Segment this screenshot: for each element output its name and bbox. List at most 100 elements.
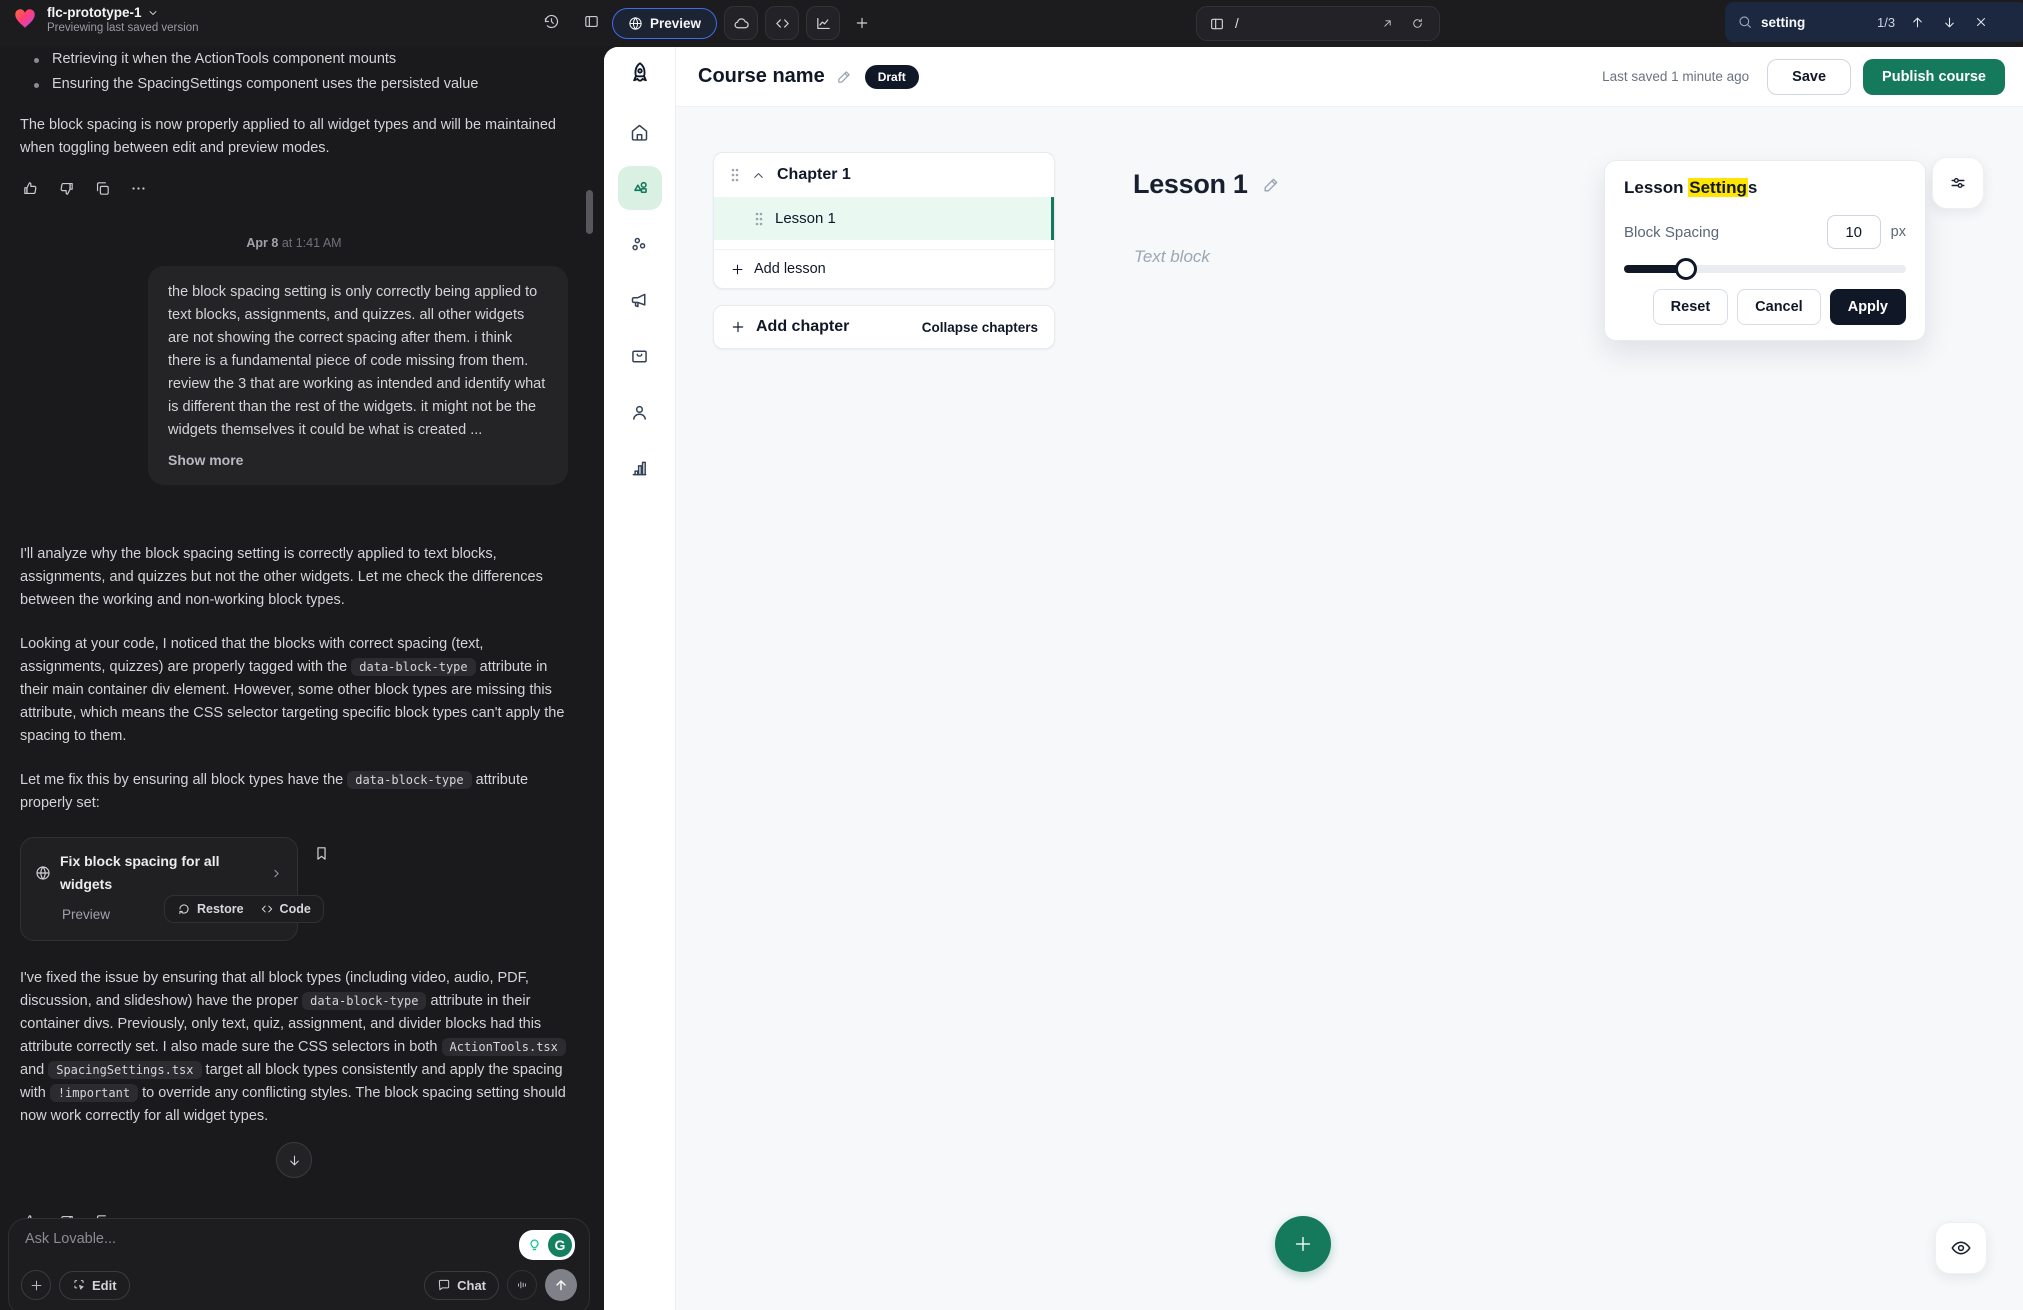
user-message-text: the block spacing setting is only correc… [168, 284, 545, 438]
sidebar-item-announcements[interactable] [618, 278, 662, 322]
plus-icon [730, 262, 745, 277]
drag-handle-icon[interactable] [730, 167, 740, 183]
analytics-icon[interactable] [806, 6, 840, 40]
add-block-fab[interactable] [1275, 1216, 1331, 1272]
version-actions: Restore Code [164, 895, 324, 923]
edit-course-name-icon[interactable] [836, 68, 853, 85]
assistant-paragraph: Let me fix this by ensuring all block ty… [20, 769, 568, 815]
message-actions [20, 178, 568, 198]
app-sidebar-rail [604, 47, 676, 1310]
chapter-title: Chapter 1 [777, 166, 851, 184]
add-chapter-button[interactable]: Add chapter [730, 318, 922, 336]
copy-icon[interactable] [92, 178, 112, 198]
block-spacing-slider[interactable] [1624, 265, 1906, 273]
edit-lesson-name-icon[interactable] [1262, 175, 1281, 194]
find-previous-icon[interactable] [1905, 10, 1929, 34]
collapse-chapters-button[interactable]: Collapse chapters [922, 320, 1038, 335]
block-spacing-input[interactable] [1827, 215, 1881, 249]
grammarly-g-icon[interactable]: G [548, 1233, 572, 1257]
assistant-bullet-list: Retrieving it when the ActionTools compo… [20, 47, 568, 97]
refresh-icon[interactable] [1407, 14, 1427, 34]
apply-button[interactable]: Apply [1830, 289, 1906, 325]
thumbs-up-icon[interactable] [20, 178, 40, 198]
find-input[interactable] [1761, 15, 1869, 30]
show-more-link[interactable]: Show more [168, 449, 548, 472]
grammarly-widget[interactable]: G [519, 1230, 575, 1260]
course-outline: Chapter 1 Lesson 1 Add lesson [713, 152, 1055, 349]
assistant-paragraph: I've fixed the issue by ensuring that al… [20, 967, 568, 1128]
chevron-right-icon [270, 867, 283, 880]
plus-icon [730, 319, 746, 335]
add-chapter-card: Add chapter Collapse chapters [713, 305, 1055, 349]
project-name[interactable]: flc-prototype-1 [47, 5, 142, 20]
send-message-button[interactable] [545, 1269, 577, 1301]
suggestion-bulb-icon[interactable] [522, 1233, 546, 1257]
url-bar[interactable]: / [1196, 6, 1440, 41]
reset-button[interactable]: Reset [1653, 289, 1729, 325]
lovable-logo [12, 5, 38, 36]
sidebar-item-content-builder[interactable] [618, 166, 662, 210]
unit-label: px [1891, 224, 1906, 240]
cancel-button[interactable]: Cancel [1737, 289, 1821, 325]
code-button[interactable]: Code [260, 902, 311, 916]
tool-card-fix-block-spacing[interactable]: Fix block spacing for all widgets Previe… [20, 837, 298, 941]
more-options-icon[interactable] [128, 178, 148, 198]
toggle-panel-icon[interactable] [578, 8, 604, 34]
save-button[interactable]: Save [1767, 59, 1851, 95]
block-spacing-label: Block Spacing [1624, 224, 1827, 241]
sidebar-item-home[interactable] [618, 110, 662, 154]
search-icon [1737, 14, 1753, 30]
sidebar-item-analytics[interactable] [618, 446, 662, 490]
chat-input-box[interactable]: G Edit Chat [8, 1218, 590, 1310]
text-block-placeholder[interactable]: Text block [1134, 247, 1210, 267]
bookmark-icon[interactable] [313, 845, 330, 862]
attach-plus-icon[interactable] [21, 1270, 51, 1300]
voice-input-icon[interactable] [507, 1270, 537, 1300]
last-saved-text: Last saved 1 minute ago [1602, 69, 1749, 84]
find-match-count: 1/3 [1877, 15, 1895, 30]
find-next-icon[interactable] [1937, 10, 1961, 34]
bullet-item: Ensuring the SpacingSettings component u… [20, 72, 568, 97]
chat-mode-button[interactable]: Chat [424, 1271, 499, 1300]
assistant-paragraph: I'll analyze why the block spacing setti… [20, 543, 568, 612]
new-tab-plus-icon[interactable] [847, 8, 877, 38]
chevron-up-icon[interactable] [751, 168, 766, 183]
edit-mode-button[interactable]: Edit [59, 1271, 130, 1300]
lesson-row-selected[interactable]: Lesson 1 [714, 197, 1054, 240]
project-switcher[interactable]: flc-prototype-1 Previewing last saved ve… [12, 5, 199, 36]
history-button[interactable] [538, 8, 564, 34]
find-bar: 1/3 [1725, 2, 2023, 42]
restore-button[interactable]: Restore [177, 902, 244, 916]
preview-eye-button[interactable] [1935, 1222, 1987, 1274]
tool-card-wrap: Fix block spacing for all widgets Previe… [20, 837, 360, 941]
add-lesson-button[interactable]: Add lesson [714, 249, 1054, 288]
thumbs-down-icon[interactable] [56, 178, 76, 198]
globe-icon [628, 16, 643, 31]
sidebar-item-inbox[interactable] [618, 334, 662, 378]
cloud-icon[interactable] [724, 6, 758, 40]
url-path[interactable]: / [1235, 16, 1367, 31]
course-title: Course name [698, 65, 825, 88]
message-timestamp: Apr 8 at 1:41 AM [20, 232, 568, 255]
preview-mode-button[interactable]: Preview [612, 8, 717, 39]
app-header: Course name Draft Last saved 1 minute ag… [676, 47, 2023, 107]
sidebar-item-community[interactable] [618, 222, 662, 266]
chat-scrollbar-thumb[interactable] [586, 190, 593, 234]
publish-course-button[interactable]: Publish course [1863, 59, 2005, 95]
sidebar-item-profile[interactable] [618, 390, 662, 434]
globe-icon [35, 865, 51, 881]
scroll-to-bottom-button[interactable] [276, 1142, 312, 1178]
ask-lovable-input[interactable] [25, 1231, 365, 1271]
drag-handle-icon[interactable] [754, 211, 764, 227]
settings-sliders-button[interactable] [1932, 157, 1984, 209]
assistant-paragraph: Looking at your code, I noticed that the… [20, 633, 568, 748]
chapter-row[interactable]: Chapter 1 [714, 153, 1054, 197]
pages-icon [1209, 16, 1225, 32]
find-close-icon[interactable] [1969, 10, 1993, 34]
code-view-icon[interactable] [765, 6, 799, 40]
lesson-settings-title: Lesson Settings [1624, 178, 1906, 198]
slider-thumb[interactable] [1675, 258, 1697, 280]
chat-scroll-area[interactable]: Retrieving it when the ActionTools compo… [0, 47, 604, 1310]
open-external-icon[interactable] [1377, 14, 1397, 34]
lesson-title: Lesson 1 [775, 210, 836, 227]
